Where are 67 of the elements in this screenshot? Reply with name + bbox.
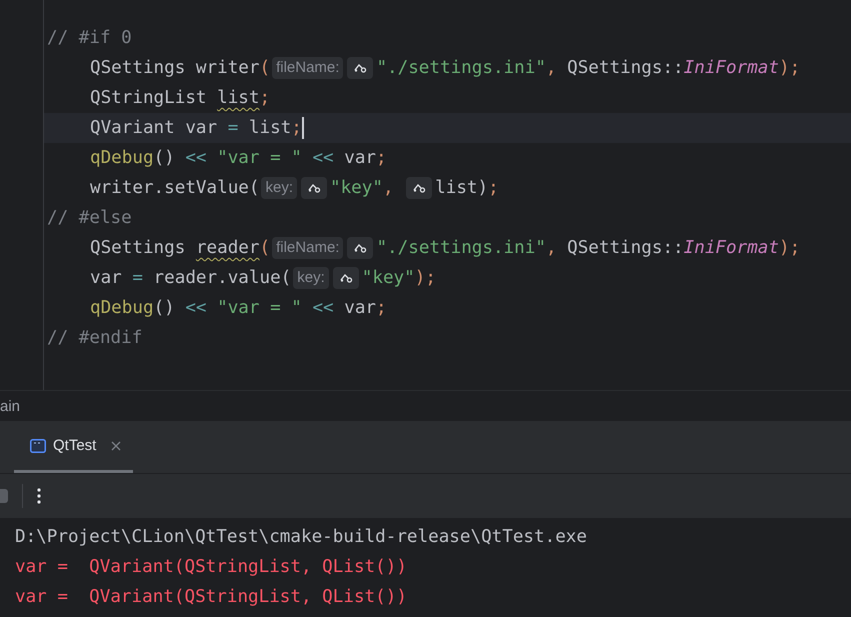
code-token: var: [343, 147, 376, 170]
link-icon[interactable]: [406, 177, 432, 199]
code-token: =: [132, 267, 143, 290]
code-token: QSettings: [90, 237, 186, 260]
code-token: ,: [546, 237, 558, 260]
text-caret: [302, 117, 304, 139]
console-icon: [30, 438, 46, 452]
code-token: writer.setValue(: [90, 177, 260, 200]
code-token: var: [343, 297, 376, 320]
code-token: reader.value(: [152, 267, 292, 290]
code-token: QSettings::: [567, 57, 684, 80]
code-token: "var = ": [216, 147, 303, 170]
code-token: <<: [312, 147, 334, 170]
code-token: <<: [312, 297, 334, 320]
parameter-hint: fileName:: [272, 237, 344, 259]
code-token: (: [260, 237, 270, 260]
code-token: // #else: [47, 207, 132, 230]
code-token: ;: [488, 177, 499, 200]
code-token: QStringList: [90, 87, 208, 110]
link-icon[interactable]: [332, 267, 359, 289]
code-token: list: [217, 87, 260, 110]
code-token: ,: [546, 57, 558, 80]
code-token: "var = ": [216, 297, 303, 320]
console-line: var = QVariant(QStringList, QList()): [14, 586, 408, 609]
code-token: var: [90, 267, 123, 290]
code-token: ;: [259, 87, 270, 110]
code-token: "./settings.ini": [376, 237, 546, 260]
code-token: qDebug: [90, 297, 154, 320]
code-token: "./settings.ini": [376, 57, 546, 80]
code-token: (): [154, 297, 176, 320]
link-icon[interactable]: [347, 237, 374, 259]
code-token: QSettings writer: [90, 57, 260, 80]
breadcrumb[interactable]: ain: [0, 398, 20, 414]
code-token: );: [778, 57, 800, 80]
code-token: // #if 0: [47, 27, 132, 50]
code-token: (: [259, 57, 270, 80]
more-icon[interactable]: [37, 488, 41, 504]
parameter-hint: key:: [293, 267, 329, 289]
code-token: // #endif: [47, 327, 142, 350]
close-icon[interactable]: [111, 440, 122, 450]
code-token: );: [414, 267, 436, 290]
code-token: (): [154, 147, 176, 170]
code-token: QSettings::: [567, 237, 684, 260]
code-token: IniFormat: [684, 237, 779, 260]
code-token: list): [435, 177, 488, 200]
code-token: <<: [185, 147, 207, 170]
link-icon[interactable]: [301, 177, 327, 199]
run-tab[interactable]: QtTest: [14, 421, 134, 473]
code-token: ;: [376, 297, 387, 320]
code-token: "key": [330, 177, 383, 200]
code-token: QVariant var: [90, 117, 218, 140]
code-token: "key": [362, 267, 415, 290]
parameter-hint: key:: [261, 177, 297, 199]
parameter-hint: fileName:: [272, 57, 344, 79]
code-token: IniFormat: [684, 57, 779, 80]
code-token: list: [248, 117, 292, 140]
console-line: D:\Project\CLion\QtTest\cmake-build-release\QtTest.exe: [14, 526, 588, 549]
link-icon[interactable]: [347, 57, 374, 79]
code-token: );: [779, 237, 800, 260]
code-token: qDebug: [90, 147, 154, 170]
code-token: ;: [291, 117, 302, 140]
code-token: reader: [196, 237, 260, 260]
console-line: var = QVariant(QStringList, QList()): [14, 556, 408, 579]
code-token: =: [228, 117, 238, 140]
code-token: <<: [185, 297, 207, 320]
code-token: ;: [376, 147, 387, 170]
code-token: ,: [382, 177, 395, 200]
